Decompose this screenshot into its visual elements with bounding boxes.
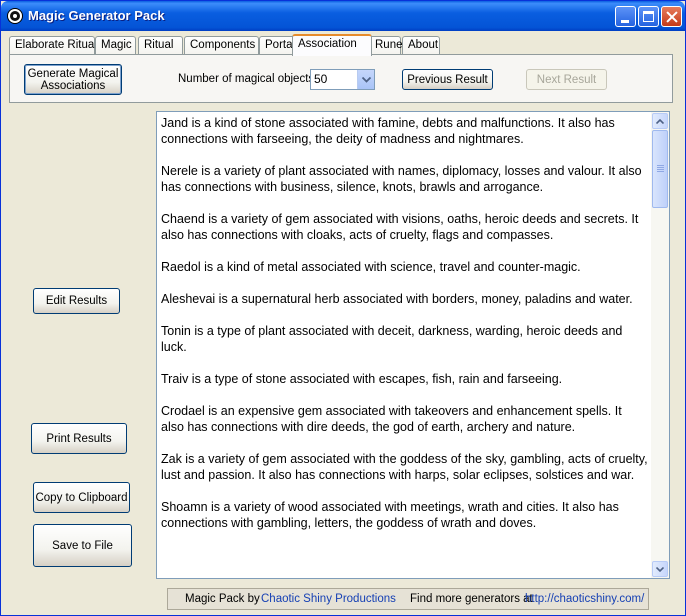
credit-link[interactable]: Chaotic Shiny Productions [261,589,396,609]
result-entry: Tonin is a type of plant associated with… [161,324,623,354]
result-entry: Aleshevai is a supernatural herb associa… [161,292,633,306]
tab-magic[interactable]: Magic [95,36,136,55]
title-bar[interactable]: Magic Generator Pack [1,1,685,31]
tab-components[interactable]: Components [184,36,259,55]
copy-to-clipboard-button[interactable]: Copy to Clipboard [33,482,130,513]
result-entry: Crodael is an expensive gem associated w… [161,404,622,434]
window-title: Magic Generator Pack [28,8,165,23]
print-results-button[interactable]: Print Results [31,423,127,454]
previous-result-button[interactable]: Previous Result [402,69,493,90]
object-count-select[interactable]: 50 [310,69,375,90]
save-to-file-button[interactable]: Save to File [33,524,132,567]
result-entry: Traiv is a type of stone associated with… [161,372,563,386]
credit-prefix: Magic Pack by [185,593,260,605]
maximize-button[interactable] [638,6,659,27]
close-button[interactable] [661,6,682,27]
count-label: Number of magical objects: [178,73,318,85]
result-entry: Shoamn is a variety of wood associated w… [161,500,619,530]
scroll-up-arrow-icon[interactable] [652,113,668,129]
result-entry: Zak is a variety of gem associated with … [161,452,648,482]
website-link[interactable]: http://chaoticshiny.com/ [525,589,644,609]
result-entry: Nerele is a variety of plant associated … [161,164,642,194]
tab-about[interactable]: About [402,36,440,55]
app-window: Magic Generator Pack Elaborate Ritual Ma… [0,0,686,616]
next-result-button[interactable]: Next Result [526,69,607,90]
generate-associations-button[interactable]: Generate Magical Associations [24,64,122,95]
tab-association[interactable]: Association [292,34,372,56]
tab-elaborate-ritual[interactable]: Elaborate Ritual [9,36,97,55]
app-icon[interactable] [7,8,23,24]
scroll-down-arrow-icon[interactable] [652,561,668,577]
results-text[interactable]: Jand is a kind of stone associated with … [157,112,651,578]
results-textarea[interactable]: Jand is a kind of stone associated with … [156,111,670,579]
status-bar: Magic Pack by Chaotic Shiny Productions … [167,588,649,610]
edit-results-button[interactable]: Edit Results [33,288,120,314]
result-entry: Raedol is a kind of metal associated wit… [161,260,581,274]
result-entry: Chaend is a variety of gem associated wi… [161,212,639,242]
vertical-scrollbar[interactable] [651,112,669,578]
chevron-down-icon[interactable] [357,70,374,89]
result-entry: Jand is a kind of stone associated with … [161,116,615,146]
scroll-thumb[interactable] [652,130,668,208]
tab-ritual[interactable]: Ritual [138,36,183,55]
object-count-value: 50 [314,72,328,86]
tab-rune[interactable]: Rune [369,36,403,55]
minimize-button[interactable] [615,6,636,27]
more-prefix: Find more generators at [410,593,533,605]
